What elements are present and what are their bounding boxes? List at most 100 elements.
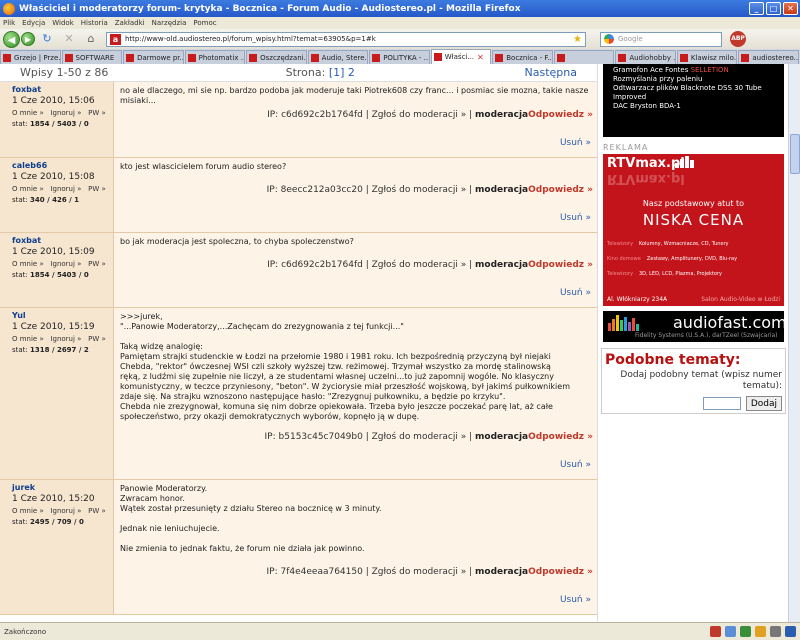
ignore-link[interactable]: Ignoruj » [50, 335, 81, 343]
ignore-link[interactable]: Ignoruj » [50, 507, 81, 515]
moderation-link[interactable]: moderacja [475, 567, 528, 577]
page-scrollbar[interactable] [788, 64, 800, 622]
tab-10[interactable]: Audiohobby ... [615, 50, 676, 64]
tab-6[interactable]: POLITYKA - ... [369, 50, 430, 64]
scrollbar-thumb[interactable] [790, 134, 800, 174]
pm-link[interactable]: PW » [88, 185, 106, 193]
tab-close-icon[interactable]: ✕ [477, 53, 484, 62]
moderation-link[interactable]: moderacja [475, 185, 528, 195]
report-link[interactable]: | Zgłoś do moderacji » | [366, 260, 472, 270]
reply-link[interactable]: Odpowiedz » [528, 567, 593, 577]
author-name[interactable]: foxbat [12, 236, 113, 245]
pm-link[interactable]: PW » [88, 109, 106, 117]
report-link[interactable]: | Zgłoś do moderacji » | [366, 110, 472, 120]
delete-link[interactable]: Usuń » [560, 288, 591, 298]
tab-3[interactable]: Photomatix ... [184, 50, 246, 64]
tab-11[interactable]: Klawisz milo... [676, 50, 738, 64]
reply-link[interactable]: Odpowiedz » [528, 432, 593, 442]
stop-icon[interactable]: ✕ [61, 31, 77, 47]
reload-icon[interactable]: ↻ [39, 31, 55, 47]
author-name[interactable]: foxbat [12, 85, 113, 94]
tab-1[interactable]: SOFTWARE [61, 50, 123, 64]
report-link[interactable]: | Zgłoś do moderacji » | [366, 185, 472, 195]
maximize-button[interactable]: □ [766, 2, 781, 15]
addon-icon[interactable] [740, 626, 751, 637]
ip-value: b5153c45c7049b0 [278, 432, 363, 442]
next-page-link[interactable]: Następna [525, 66, 597, 79]
about-link[interactable]: O mnie » [12, 260, 44, 268]
topic-list-item[interactable]: Rozmyślania przy paleniu [613, 75, 780, 84]
ignore-link[interactable]: Ignoruj » [50, 260, 81, 268]
tab-0[interactable]: Grzejo | Prze... [0, 50, 61, 64]
bookmark-star-icon[interactable]: ★ [573, 34, 582, 45]
tab-4[interactable]: Oszczędzani... [246, 50, 307, 64]
delete-link[interactable]: Usuń » [560, 595, 591, 605]
search-input[interactable]: Google [600, 31, 722, 47]
addon-icon[interactable] [785, 626, 796, 637]
moderation-link[interactable]: moderacja [475, 432, 528, 442]
delete-link[interactable]: Usuń » [560, 138, 591, 148]
url-bar[interactable]: a http://www-old.audiostereo.pl/forum_wp… [106, 31, 586, 47]
tab-5[interactable]: Audio, Stere... [307, 50, 369, 64]
back-icon[interactable]: ◀ [3, 30, 20, 48]
page-nav: Strona: [1] 2 [116, 66, 525, 79]
addon-icon[interactable] [725, 626, 736, 637]
about-link[interactable]: O mnie » [12, 109, 44, 117]
audiofast-ad[interactable]: audiofast.com Fidelity Systems (U.S.A.),… [603, 311, 787, 342]
tab-7[interactable]: Właści... ✕ [430, 49, 492, 64]
home-icon[interactable]: ⌂ [83, 31, 99, 47]
page-current[interactable]: [1] [329, 66, 345, 79]
menu-view[interactable]: Widok [52, 19, 74, 27]
reply-link[interactable]: Odpowiedz » [528, 260, 593, 270]
report-link[interactable]: | Zgłoś do moderacji » | [366, 432, 472, 442]
menu-file[interactable]: Plik [3, 19, 15, 27]
author-name[interactable]: Yul [12, 311, 113, 320]
addon-icon[interactable] [770, 626, 781, 637]
rtvmax-ad[interactable]: RTVmax.pl RTVmax.pl Nasz podstawowy atut… [603, 154, 784, 306]
forward-icon[interactable]: ▶ [21, 32, 35, 46]
menu-help[interactable]: Pomoc [193, 19, 216, 27]
topic-list-item[interactable]: Gramofon Ace Fontes SELLETION [613, 66, 780, 75]
topic-number-input[interactable] [702, 397, 741, 410]
tab-2[interactable]: Darmowe pr... [123, 50, 184, 64]
moderation-link[interactable]: moderacja [475, 110, 528, 120]
ignore-link[interactable]: Ignoruj » [50, 109, 81, 117]
ignore-link[interactable]: Ignoruj » [50, 185, 81, 193]
site-favicon-icon: a [110, 33, 121, 45]
report-link[interactable]: | Zgłoś do moderacji » | [366, 567, 472, 577]
topic-list-item[interactable]: Odtwarzacz plików Blacknote DSS 30 Tube … [613, 84, 780, 102]
author-name[interactable]: caleb66 [12, 161, 113, 170]
about-link[interactable]: O mnie » [12, 507, 44, 515]
about-link[interactable]: O mnie » [12, 185, 44, 193]
close-button[interactable]: ✕ [783, 2, 798, 15]
tab-label: Bocznica - F... [506, 53, 553, 62]
adblock-icon[interactable]: ABP [730, 31, 746, 47]
reply-link[interactable]: Odpowiedz » [528, 185, 593, 195]
tab-9[interactable] [553, 50, 615, 64]
delete-link[interactable]: Usuń » [560, 460, 591, 470]
pm-link[interactable]: PW » [88, 335, 106, 343]
menu-bookmarks[interactable]: Zakładki [115, 19, 145, 27]
tab-label: Oszczędzani... [260, 53, 307, 62]
reply-link[interactable]: Odpowiedz » [528, 110, 593, 120]
moderation-link[interactable]: moderacja [475, 260, 528, 270]
delete-link[interactable]: Usuń » [560, 213, 591, 223]
menu-history[interactable]: Historia [81, 19, 108, 27]
firefox-icon [3, 2, 15, 15]
tab-12[interactable]: audiostereo... [738, 50, 799, 64]
minimize-button[interactable]: _ [749, 2, 764, 15]
topic-list-item[interactable]: DAC Bryston BDA-1 [613, 102, 780, 111]
menu-tools[interactable]: Narzędzia [152, 19, 187, 27]
page-2-link[interactable]: 2 [348, 66, 355, 79]
menu-edit[interactable]: Edycja [22, 19, 45, 27]
addon-icon[interactable] [755, 626, 766, 637]
tab-8[interactable]: Bocznica - F... [492, 50, 553, 64]
post-list: foxbat 1 Cze 2010, 15:06 O mnie » Ignoru… [0, 82, 597, 615]
tab-favicon-icon [495, 53, 504, 62]
add-topic-button[interactable]: Dodaj [745, 396, 782, 411]
author-name[interactable]: jurek [12, 483, 113, 492]
pm-link[interactable]: PW » [88, 260, 106, 268]
pm-link[interactable]: PW » [88, 507, 106, 515]
addon-icon[interactable] [710, 626, 721, 637]
about-link[interactable]: O mnie » [12, 335, 44, 343]
